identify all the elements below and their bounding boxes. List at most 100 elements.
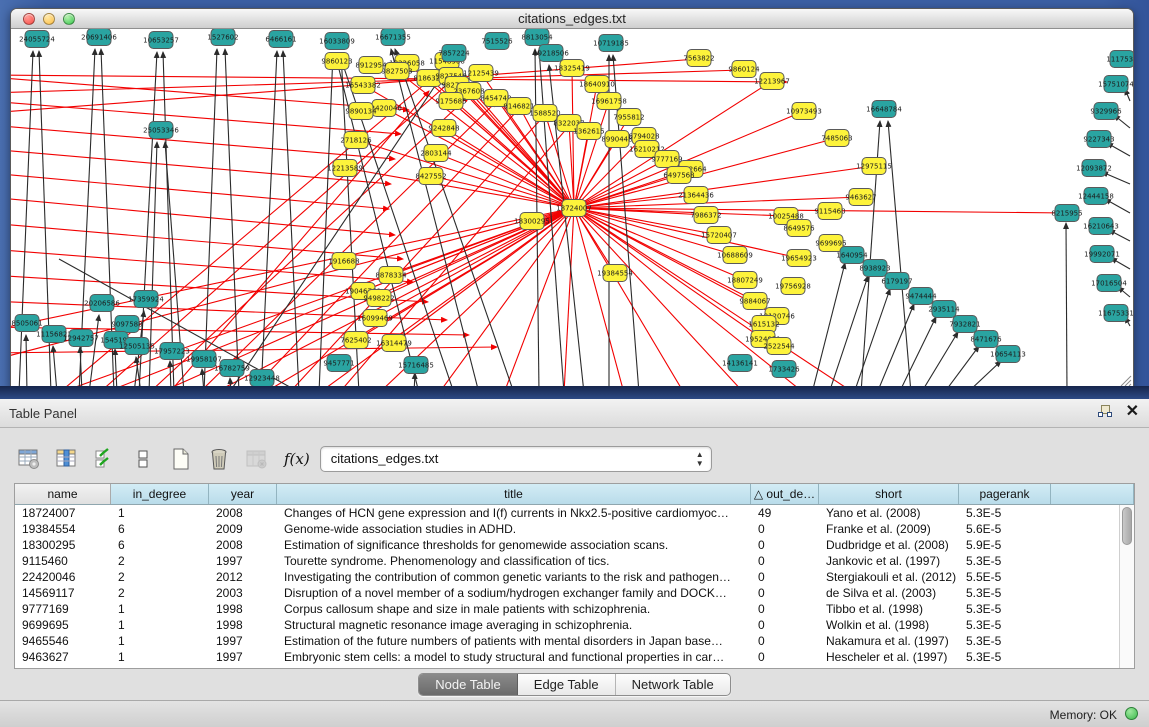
graph-node-teal[interactable]: 6466161 — [265, 31, 296, 48]
table-row[interactable]: 946554611997Estimation of the future num… — [15, 633, 1134, 649]
delete-column-trash-button[interactable] — [204, 444, 234, 474]
graph-node-teal[interactable]: 9329966 — [1090, 103, 1122, 120]
graph-node-teal[interactable]: 2935114 — [928, 301, 960, 318]
graph-node-teal[interactable]: 7515526 — [481, 33, 513, 50]
show-column-button[interactable] — [52, 444, 82, 474]
graph-node-yellow[interactable]: 9242848 — [428, 120, 459, 137]
citation-edge-black[interactable] — [921, 332, 958, 388]
graph-node-yellow[interactable]: 19756928 — [775, 278, 811, 295]
graph-node-yellow[interactable]: 16961758 — [591, 93, 627, 110]
network-view-window[interactable]: citations_edges.txt 11548908121254391822… — [10, 8, 1134, 389]
graph-node-yellow[interactable]: 18300295 — [514, 213, 550, 230]
graph-node-teal[interactable]: 8215955 — [1051, 205, 1082, 222]
citation-edge-black[interactable] — [944, 346, 979, 388]
table-source-dropdown[interactable]: citations_edges.txt ▲▼ — [320, 446, 712, 472]
new-column-button[interactable] — [166, 444, 196, 474]
graph-node-teal[interactable]: 15751074 — [1098, 76, 1133, 93]
graph-node-yellow[interactable]: 19654923 — [781, 250, 817, 267]
graph-node-teal[interactable]: 7857224 — [438, 45, 470, 62]
network-window-titlebar[interactable]: citations_edges.txt — [11, 9, 1133, 29]
graph-node-yellow[interactable]: 2803144 — [420, 145, 452, 162]
graph-node-yellow[interactable]: 7563822 — [683, 50, 714, 67]
graph-node-teal[interactable]: 15716485 — [398, 357, 434, 374]
graph-node-teal[interactable]: 16671355 — [375, 29, 411, 46]
column-header-short[interactable]: short — [819, 484, 959, 504]
graph-node-yellow[interactable]: 12975115 — [856, 158, 892, 175]
citation-edge-red[interactable] — [11, 197, 395, 235]
graph-node-yellow[interactable]: 9175685 — [435, 93, 466, 110]
graph-node-teal[interactable]: 12444158 — [1078, 188, 1114, 205]
column-header-out_de[interactable]: △ out_de… — [751, 484, 819, 504]
graph-node-teal[interactable]: 20206586 — [84, 295, 120, 312]
graph-node-yellow[interactable]: 8878334 — [375, 267, 407, 284]
graph-node-yellow[interactable]: 1916688 — [328, 253, 359, 270]
tab-node-table[interactable]: Node Table — [419, 674, 518, 695]
table-row[interactable]: 1938455462009Genome-wide association stu… — [15, 521, 1134, 537]
row-options-button[interactable] — [128, 444, 158, 474]
graph-node-yellow[interactable]: 9890134 — [345, 103, 377, 120]
column-header-title[interactable]: title — [277, 484, 751, 504]
network-canvas[interactable]: 1154890812125439182260589827503165433828… — [11, 29, 1133, 388]
graph-node-yellow[interactable]: 18807249 — [727, 272, 763, 289]
graph-node-yellow[interactable]: 7955812 — [613, 109, 644, 126]
citation-edge-red[interactable] — [574, 166, 874, 208]
graph-node-teal[interactable]: 8505061 — [11, 315, 42, 332]
graph-node-yellow[interactable]: 10973493 — [786, 103, 822, 120]
graph-node-teal[interactable]: 8813054 — [521, 29, 553, 46]
citation-edge-black[interactable] — [115, 349, 117, 388]
graph-node-yellow[interactable]: 9115460 — [814, 203, 845, 220]
citation-edge-black[interactable] — [1105, 199, 1130, 213]
close-panel-icon[interactable]: ✕ — [1126, 404, 1139, 419]
graph-node-teal[interactable]: 9457771 — [323, 355, 354, 372]
citation-edge-black[interactable] — [888, 121, 911, 388]
table-row[interactable]: 2242004622012Investigating the contribut… — [15, 569, 1134, 585]
float-panel-icon[interactable] — [1097, 404, 1112, 419]
graph-node-yellow[interactable]: 8427552 — [415, 168, 446, 185]
citation-edge-red[interactable] — [11, 101, 401, 134]
table-panel-header[interactable]: Table Panel ✕ — [0, 399, 1149, 428]
graph-node-teal[interactable]: 9097588 — [111, 316, 142, 333]
graph-node-teal[interactable]: 1640954 — [836, 247, 868, 264]
table-row[interactable]: 1872400712008Changes of HCN gene express… — [15, 505, 1134, 521]
vertical-scrollbar[interactable] — [1119, 505, 1134, 669]
scrollbar-thumb[interactable] — [1122, 507, 1132, 545]
table-row[interactable]: 1456911722003Disruption of a novel membe… — [15, 585, 1134, 601]
citation-edge-black[interactable] — [1102, 172, 1130, 184]
citation-network-graph[interactable]: 1154890812125439182260589827503165433828… — [11, 29, 1133, 388]
citation-edge-black[interactable] — [261, 51, 277, 388]
graph-node-teal[interactable]: 17359924 — [128, 291, 164, 308]
graph-node-teal[interactable]: 11675331 — [1098, 305, 1133, 322]
graph-node-teal[interactable]: 1527602 — [207, 29, 238, 46]
window-resize-grip[interactable] — [1118, 373, 1132, 387]
graph-node-yellow[interactable]: 9463627 — [845, 189, 876, 206]
graph-node-teal[interactable]: 6179197 — [881, 273, 912, 290]
graph-node-teal[interactable]: 1733426 — [768, 361, 800, 378]
column-header-year[interactable]: year — [209, 484, 277, 504]
citation-edge-black[interactable] — [229, 65, 449, 388]
table-row[interactable]: 946362711997Embryonic stem cells: a mode… — [15, 649, 1134, 665]
graph-node-yellow[interactable]: 7986372 — [690, 207, 721, 224]
graph-node-yellow[interactable]: 2522544 — [763, 338, 795, 355]
citation-edge-red[interactable] — [394, 208, 574, 343]
citation-edge-black[interactable] — [170, 361, 171, 388]
table-row[interactable]: 911546021997Tourette syndrome. Phenomeno… — [15, 553, 1134, 569]
graph-node-teal[interactable]: 10653257 — [143, 32, 179, 49]
table-mode-button[interactable] — [14, 444, 44, 474]
graph-node-yellow[interactable]: 9860123 — [321, 53, 352, 70]
memory-ok-indicator-icon[interactable] — [1125, 707, 1138, 720]
citation-edge-black[interactable] — [225, 49, 239, 388]
graph-node-yellow[interactable]: 1362615 — [573, 123, 604, 140]
graph-node-yellow[interactable]: 9498222 — [363, 290, 394, 307]
graph-node-yellow[interactable]: 8912954 — [355, 57, 387, 74]
graph-node-teal[interactable]: 17016504 — [1091, 275, 1127, 292]
graph-node-yellow[interactable]: 16543382 — [345, 77, 381, 94]
graph-node-teal[interactable]: 9227343 — [1083, 131, 1114, 148]
citation-edge-black[interactable] — [877, 304, 914, 388]
citation-edge-black[interactable] — [26, 335, 27, 388]
tab-edge-table[interactable]: Edge Table — [518, 674, 616, 695]
graph-node-yellow[interactable]: 12213967 — [754, 73, 790, 90]
column-header-name[interactable]: name — [15, 484, 111, 504]
citation-edge-red[interactable] — [11, 125, 395, 159]
select-rows-button[interactable] — [90, 444, 120, 474]
graph-node-yellow[interactable]: 1615132 — [748, 316, 779, 333]
